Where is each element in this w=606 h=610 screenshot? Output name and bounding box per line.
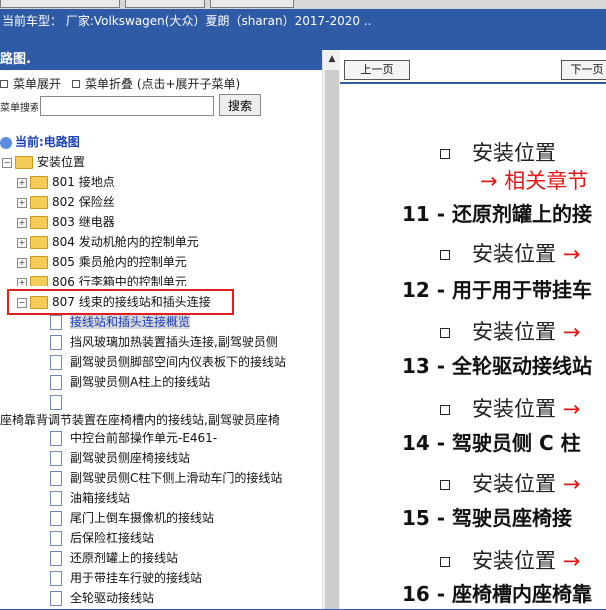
tree-doc[interactable]: 副驾驶员侧C柱下侧上滑动车门的接线站: [50, 468, 282, 488]
expand-icon[interactable]: +: [17, 217, 27, 228]
document-icon: [50, 491, 62, 506]
toolbar-button[interactable]: [0, 0, 120, 8]
collapse-icon[interactable]: −: [2, 157, 12, 168]
vehicle-info-bar: 当前车型： 厂家:Volkswagen(大众）夏朗（sharan）2017-20…: [0, 9, 606, 34]
bullet-item: 安装位置 →: [440, 238, 580, 268]
tree-folder[interactable]: +802 保险丝: [17, 192, 115, 212]
tree-folder[interactable]: +805 乘员舱内的控制单元: [17, 252, 187, 272]
section-heading: 16 - 座椅槽内座椅靠: [402, 582, 593, 606]
document-icon: [50, 335, 62, 350]
tree-doc[interactable]: 中控台前部操作单元-E461-: [50, 428, 217, 448]
document-icon: [50, 471, 62, 486]
document-icon: [50, 395, 62, 410]
tree-folder[interactable]: +806 行李箱中的控制单元: [17, 272, 187, 286]
expand-menu[interactable]: 菜单展开: [0, 75, 61, 92]
bullet-icon: [440, 328, 450, 338]
scroll-up-icon[interactable]: ▲: [323, 54, 341, 68]
expand-icon[interactable]: +: [17, 177, 27, 188]
folder-open-icon: [15, 156, 33, 169]
expand-icon[interactable]: +: [17, 197, 27, 208]
document-icon: [50, 571, 62, 586]
folder-icon: [30, 236, 48, 249]
section-heading: 14 - 驾驶员侧 C 柱: [402, 431, 581, 455]
document-icon: [50, 511, 62, 526]
bullet-icon: [440, 149, 450, 159]
document-icon: [50, 551, 62, 566]
related-link[interactable]: → 相关章节: [480, 165, 588, 195]
tree-doc[interactable]: 副驾驶员侧脚部空间内仪表板下的接线站: [50, 352, 286, 372]
expand-icon[interactable]: +: [17, 237, 27, 248]
tree-folder[interactable]: +803 继电器: [17, 212, 115, 232]
section-heading: 11 - 还原剂罐上的接: [402, 202, 593, 226]
document-icon: [50, 431, 62, 446]
tree-doc[interactable]: 副驾驶员侧座椅接线站: [50, 448, 190, 468]
document-icon: [50, 315, 62, 330]
vertical-scrollbar[interactable]: ▲: [322, 50, 341, 609]
expand-icon[interactable]: +: [17, 277, 27, 286]
section-heading: 12 - 用于用于带挂车: [402, 278, 593, 302]
document-icon: [50, 451, 62, 466]
tree-doc[interactable]: 挡风玻璃加热装置插头连接,副驾驶员侧: [50, 332, 278, 352]
toolbar-button[interactable]: [125, 0, 205, 8]
tree-doc[interactable]: 后保险杠接线站: [50, 528, 154, 548]
search-button[interactable]: 搜索: [219, 94, 261, 116]
document-icon: [50, 531, 62, 546]
bullet-icon: [440, 557, 450, 567]
tree-panel: 路图. 菜单展开 菜单折叠 (点击+展开子菜单) 菜单搜索 搜索 当前:电路图 …: [0, 50, 341, 609]
folder-icon: [30, 176, 48, 189]
tree-doc[interactable]: 尾门上倒车摄像机的接线站: [50, 508, 214, 528]
next-page-button[interactable]: 下一页: [561, 60, 606, 80]
bullet-icon: [440, 250, 450, 260]
document-icon: [50, 355, 62, 370]
document-icon: [50, 375, 62, 390]
document-icon: [50, 591, 62, 606]
tree-doc[interactable]: 油箱接线站: [50, 488, 130, 508]
tree-doc[interactable]: [50, 392, 70, 412]
globe-icon: [0, 136, 12, 149]
folder-icon: [30, 276, 48, 286]
tree-root[interactable]: 当前:电路图: [0, 132, 80, 152]
panel-title: 路图.: [0, 50, 322, 70]
section-heading: 15 - 驾驶员座椅接: [402, 506, 573, 530]
tree-doc[interactable]: 座椅靠背调节装置在座椅槽内的接线站,副驾驶员座椅: [0, 410, 280, 430]
bullet-item: 安装位置 →: [440, 393, 580, 423]
bullet-item: 安装位置 →: [440, 545, 580, 575]
scrollbar-thumb[interactable]: [325, 70, 339, 609]
tree-doc[interactable]: 接线站和插头连接概览: [50, 312, 191, 332]
collapse-menu[interactable]: 菜单折叠 (点击+展开子菜单): [72, 75, 240, 92]
content-panel: 上一页 下一页 安装位置 → 相关章节 11 - 还原剂罐上的接 安装位置 → …: [340, 50, 606, 609]
tree-doc[interactable]: 用于带挂车行驶的接线站: [50, 568, 202, 588]
tree-folder[interactable]: +801 接地点: [17, 172, 115, 192]
divider: [340, 82, 606, 84]
bullet-item: 安装位置 →: [440, 316, 580, 346]
toolbar-button[interactable]: [210, 0, 294, 8]
tree-doc[interactable]: 全轮驱动接线站: [50, 588, 154, 608]
expand-icon[interactable]: +: [17, 257, 27, 268]
bullet-icon: [440, 405, 450, 415]
tree-doc[interactable]: 副驾驶员侧A柱上的接线站: [50, 372, 210, 392]
bullet-item: 安装位置: [440, 137, 556, 167]
tree-node-install-location[interactable]: − 安装位置: [2, 152, 85, 172]
square-icon: [72, 80, 80, 88]
prev-page-button[interactable]: 上一页: [344, 60, 410, 80]
tree-doc[interactable]: 还原剂罐上的接线站: [50, 548, 178, 568]
bullet-item: 安装位置 →: [440, 468, 580, 498]
square-icon: [0, 80, 8, 88]
section-heading: 13 - 全轮驱动接线站: [402, 354, 593, 378]
tree-folder[interactable]: +804 发动机舱内的控制单元: [17, 232, 199, 252]
search-label: 菜单搜索: [0, 103, 38, 114]
highlight-annotation: [7, 289, 234, 315]
folder-icon: [30, 256, 48, 269]
folder-icon: [30, 216, 48, 229]
document-content: 安装位置 → 相关章节 11 - 还原剂罐上的接 安装位置 → 12 - 用于用…: [340, 90, 606, 610]
folder-icon: [30, 196, 48, 209]
bullet-icon: [440, 480, 450, 490]
menu-search-input[interactable]: [40, 96, 214, 116]
